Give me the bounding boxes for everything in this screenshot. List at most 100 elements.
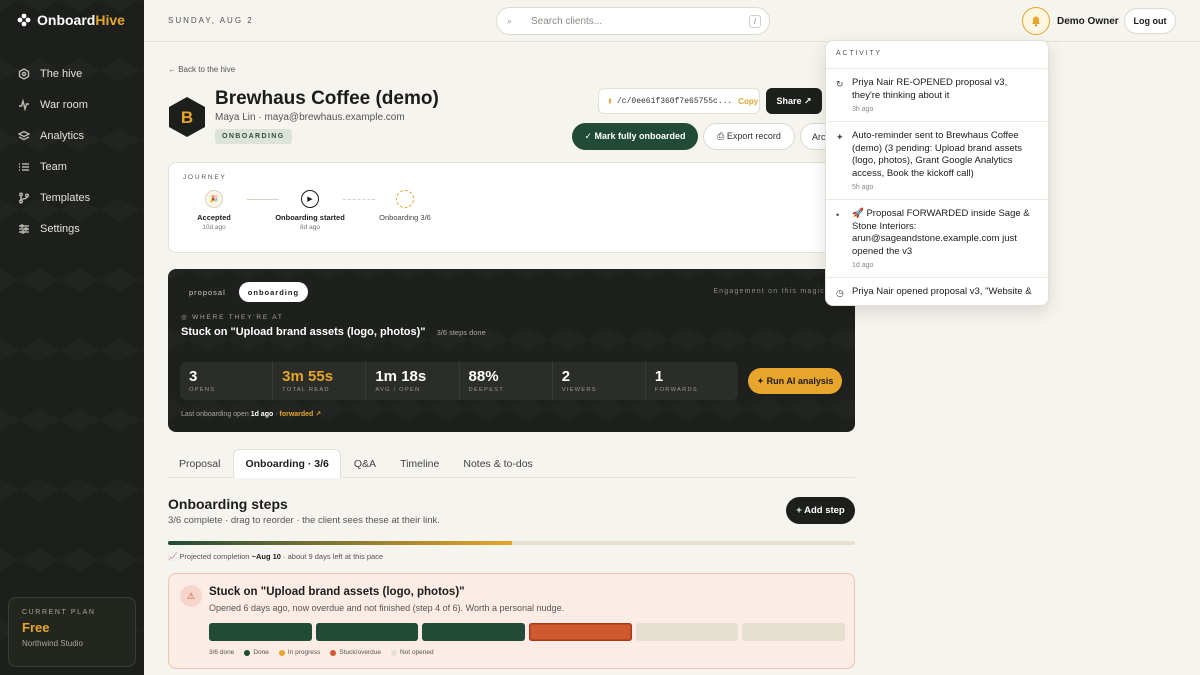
- tab-notes[interactable]: Notes & to-dos: [452, 449, 543, 478]
- bell-icon: [1032, 16, 1040, 27]
- plan-label: CURRENT PLAN: [22, 609, 96, 616]
- clock-icon: ◷: [836, 288, 844, 298]
- client-link-box[interactable]: /c/0ee61f360f7e65755c... Copy: [598, 88, 760, 114]
- sidebar-item-label: War room: [40, 98, 88, 111]
- run-ai-analysis-button[interactable]: ✦ Run AI analysis: [748, 368, 842, 394]
- stat-label: AVG / OPEN: [375, 387, 421, 393]
- mark-onboarded-button[interactable]: ✓ Mark fully onboarded: [572, 123, 698, 150]
- copy-link-button[interactable]: Copy: [738, 97, 758, 106]
- sidebar-item-label: Templates: [40, 191, 91, 204]
- current-plan-card[interactable]: CURRENT PLAN Free Northwind Studio: [8, 597, 136, 667]
- journey-step-progress: Onboarding 3/6: [370, 190, 440, 222]
- stuck-alert: ⚠ Stuck on "Upload brand assets (logo, p…: [168, 573, 855, 669]
- step-segment-4[interactable]: [529, 623, 632, 641]
- link-status-icon: [609, 98, 611, 104]
- stat-value: 88%: [468, 368, 499, 385]
- activity-icon: [19, 98, 29, 111]
- activity-item[interactable]: ✦ Auto-reminder sent to Brewhaus Coffee …: [826, 122, 1048, 200]
- top-bar: SUNDAY, AUG 2 ⌕ / Demo Owner Log out: [144, 0, 1200, 42]
- projected-prefix: 📈 Projected completion: [168, 552, 250, 561]
- sidebar-item-templates[interactable]: Templates: [0, 182, 144, 213]
- step-segment-1[interactable]: [209, 623, 312, 641]
- layers-icon: [18, 130, 30, 140]
- sidebar-item-settings[interactable]: Settings: [0, 213, 144, 244]
- share-button[interactable]: Share ↗: [766, 88, 822, 114]
- sidebar-nav: The hive War room Analytics Team Templat…: [0, 58, 144, 244]
- step-segment-6[interactable]: [742, 623, 846, 641]
- activity-time: 3h ago: [852, 106, 874, 113]
- reopen-icon: ↻: [836, 79, 844, 89]
- activity-item[interactable]: ◷ Priya Nair opened proposal v3, "Websit…: [826, 278, 1048, 305]
- legend-label: Stuck/overdue: [339, 649, 381, 656]
- tab-timeline[interactable]: Timeline: [389, 449, 450, 478]
- back-link[interactable]: ← Back to the hive: [168, 65, 235, 74]
- export-record-button[interactable]: ⎙ Export record: [703, 123, 795, 150]
- search-shortcut-key: /: [749, 15, 761, 28]
- activity-text: Priya Nair RE-OPENED proposal v3, they'r…: [852, 77, 1008, 101]
- journey-step-accepted: 🎉 Accepted 10d ago: [179, 190, 249, 231]
- step-segment-2[interactable]: [315, 623, 419, 641]
- tab-proposal[interactable]: Proposal: [168, 449, 231, 478]
- sidebar-item-war-room[interactable]: War room: [0, 89, 144, 120]
- search-input[interactable]: [531, 15, 751, 27]
- search-box[interactable]: ⌕ /: [496, 7, 770, 35]
- search-icon: ⌕: [507, 15, 513, 26]
- last-open-prefix: Last onboarding open: [181, 411, 249, 418]
- tab-qa[interactable]: Q&A: [343, 449, 387, 478]
- app-name-part-a: Onboard: [37, 12, 96, 28]
- sidebar-item-label: Analytics: [40, 129, 85, 142]
- party-icon: 🎉: [205, 190, 223, 208]
- plan-name: Free: [22, 620, 50, 635]
- legend-in-progress: In progress: [278, 649, 321, 656]
- stat-label: FORWARDS: [654, 387, 698, 393]
- stat-value: 3: [189, 368, 198, 385]
- engagement-tab-proposal[interactable]: proposal: [180, 282, 235, 302]
- legend-done: Done: [244, 649, 269, 656]
- logout-button[interactable]: Log out: [1124, 8, 1176, 34]
- stat-value: 1: [654, 368, 664, 385]
- engagement-stats: 3 OPENS 3m 55s TOTAL READ 1m 18s AVG / OPEN…: [180, 362, 738, 400]
- onboarding-title: Onboarding steps: [168, 496, 288, 512]
- legend-stuck: Stuck/overdue: [330, 649, 381, 656]
- sidebar-item-analytics[interactable]: Analytics: [0, 120, 144, 151]
- projected-completion: 📈 Projected completion ~Aug 10 · about 9…: [168, 552, 383, 561]
- stat-value: 3m 55s: [282, 368, 334, 385]
- forwarded-link[interactable]: forwarded ↗: [279, 411, 321, 418]
- legend-swatch: [278, 649, 285, 656]
- pending-icon: [396, 190, 414, 208]
- onboarding-subtitle: 3/6 complete · drag to reorder · the cli…: [168, 515, 440, 526]
- legend-swatch: [330, 649, 337, 656]
- sidebar-item-team[interactable]: Team: [0, 151, 144, 182]
- user-name[interactable]: Demo Owner: [1057, 16, 1119, 27]
- journey-label: JOURNEY: [183, 174, 227, 181]
- engagement-header: Engagement on this magic: [713, 288, 825, 295]
- client-tabs: Proposal Onboarding · 3/6 Q&A Timeline N…: [168, 449, 855, 478]
- branch-icon: [19, 192, 29, 203]
- add-step-button[interactable]: + Add step: [786, 497, 855, 524]
- step-segment-3[interactable]: [422, 623, 526, 641]
- stat-opens: 3 OPENS: [180, 362, 274, 400]
- activity-item[interactable]: ↻ Priya Nair RE-OPENED proposal v3, they…: [826, 69, 1048, 122]
- journey-step-time: 8d ago: [300, 224, 320, 231]
- sparkle-icon: ✦: [836, 132, 844, 142]
- alert-subtitle: Opened 6 days ago, now overdue and not f…: [209, 603, 565, 613]
- stat-value: 2: [561, 368, 571, 385]
- app-logo[interactable]: Onboard Hive: [17, 12, 125, 28]
- notifications-button[interactable]: [1022, 7, 1050, 35]
- client-link-url: /c/0ee61f360f7e65755c...: [617, 96, 733, 106]
- tab-onboarding[interactable]: Onboarding · 3/6: [233, 449, 341, 478]
- engagement-tab-onboarding[interactable]: onboarding: [238, 282, 309, 302]
- legend-label: In progress: [287, 649, 321, 656]
- stat-total-read: 3m 55s TOTAL READ: [273, 362, 367, 400]
- alert-title: Stuck on "Upload brand assets (logo, pho…: [209, 586, 465, 598]
- activity-item[interactable]: • 🚀 Proposal FORWARDED inside Sage & Sto…: [826, 200, 1048, 278]
- stat-viewers: 2 VIEWERS: [553, 362, 646, 400]
- client-contact: Maya Lin · maya@brewhaus.example.com: [215, 112, 405, 123]
- step-segment-5[interactable]: [635, 623, 739, 641]
- progress-fill: [168, 541, 512, 545]
- current-date: SUNDAY, AUG 2: [168, 16, 254, 25]
- engagement-panel: proposal onboarding Engagement on this m…: [168, 269, 855, 432]
- legend-label: Not opened: [399, 649, 434, 656]
- sidebar-item-the-hive[interactable]: The hive: [0, 58, 144, 89]
- journey-step-time: 10d ago: [202, 224, 226, 231]
